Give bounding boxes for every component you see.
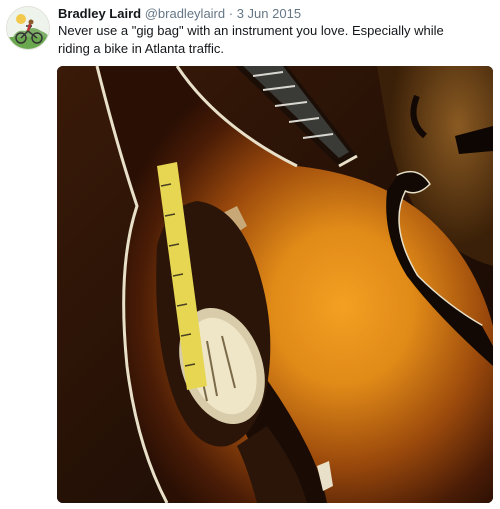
author-handle[interactable]: @bradleylaird xyxy=(145,6,225,21)
author-name[interactable]: Bradley Laird xyxy=(58,6,141,21)
tweet-date[interactable]: 3 Jun 2015 xyxy=(237,6,301,21)
bicycle-rider-icon xyxy=(7,7,49,49)
tweet-header: Bradley Laird @bradleylaird · 3 Jun 2015 xyxy=(58,5,492,22)
tweet-text: Never use a "gig bag" with an instrument… xyxy=(58,23,444,56)
tweet: Bradley Laird @bradleylaird · 3 Jun 2015… xyxy=(0,0,500,509)
tweet-photo[interactable] xyxy=(57,66,493,503)
separator-dot: · xyxy=(228,6,234,21)
author-avatar[interactable] xyxy=(6,6,50,50)
broken-mandolin-image xyxy=(57,66,493,503)
